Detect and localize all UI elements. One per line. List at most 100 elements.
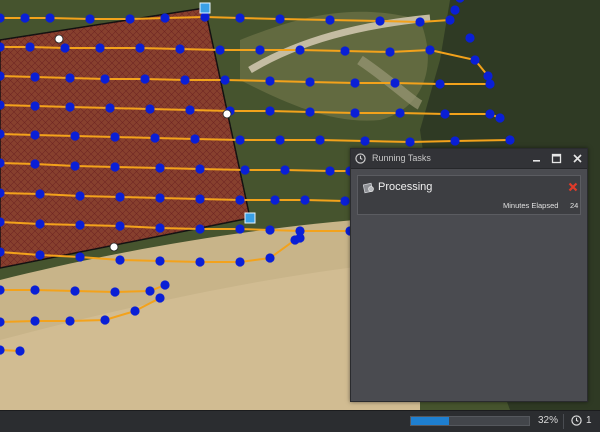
waypoint[interactable] — [265, 106, 275, 116]
waypoint[interactable] — [485, 79, 495, 89]
waypoint[interactable] — [135, 43, 145, 53]
waypoint[interactable] — [85, 14, 95, 24]
waypoint[interactable] — [340, 196, 350, 206]
waypoint[interactable] — [190, 134, 200, 144]
waypoint[interactable] — [350, 108, 360, 118]
waypoint[interactable] — [240, 165, 250, 175]
waypoint[interactable] — [30, 130, 40, 140]
waypoint[interactable] — [195, 257, 205, 267]
waypoint[interactable] — [60, 43, 70, 53]
waypoint[interactable] — [35, 189, 45, 199]
waypoint[interactable] — [235, 257, 245, 267]
waypoint[interactable] — [30, 72, 40, 82]
waypoint[interactable] — [30, 101, 40, 111]
waypoint[interactable] — [275, 135, 285, 145]
waypoint[interactable] — [45, 13, 55, 23]
waypoint[interactable] — [295, 45, 305, 55]
waypoint[interactable] — [70, 131, 80, 141]
waypoint[interactable] — [195, 224, 205, 234]
waypoint[interactable] — [295, 233, 305, 243]
waypoint[interactable] — [175, 44, 185, 54]
waypoint[interactable] — [30, 316, 40, 326]
waypoint[interactable] — [145, 286, 155, 296]
waypoint[interactable] — [145, 104, 155, 114]
panel-titlebar[interactable]: Running Tasks — [351, 149, 587, 169]
waypoint[interactable] — [35, 250, 45, 260]
waypoint[interactable] — [15, 346, 25, 356]
waypoint[interactable] — [150, 133, 160, 143]
waypoint[interactable] — [305, 77, 315, 87]
running-task-count[interactable]: 1 — [586, 415, 592, 426]
waypoint[interactable] — [130, 306, 140, 316]
waypoint[interactable] — [70, 161, 80, 171]
waypoint[interactable] — [65, 73, 75, 83]
waypoint[interactable] — [470, 55, 480, 65]
waypoint[interactable] — [195, 164, 205, 174]
waypoint[interactable] — [235, 13, 245, 23]
waypoint[interactable] — [265, 76, 275, 86]
waypoint[interactable] — [70, 286, 80, 296]
waypoint[interactable] — [280, 165, 290, 175]
waypoint[interactable] — [435, 79, 445, 89]
waypoint[interactable] — [265, 253, 275, 263]
waypoint[interactable] — [35, 219, 45, 229]
waypoint[interactable] — [75, 252, 85, 262]
waypoint[interactable] — [30, 285, 40, 295]
waypoint[interactable] — [450, 136, 460, 146]
polygon-vertex-handle[interactable] — [244, 212, 256, 224]
waypoint[interactable] — [505, 135, 515, 145]
waypoint[interactable] — [220, 75, 230, 85]
waypoint[interactable] — [155, 163, 165, 173]
waypoint[interactable] — [340, 46, 350, 56]
waypoint[interactable] — [100, 315, 110, 325]
polygon-midpoint-handle[interactable] — [54, 34, 64, 44]
waypoint[interactable] — [195, 194, 205, 204]
waypoint[interactable] — [450, 5, 460, 15]
waypoint[interactable] — [305, 107, 315, 117]
waypoint[interactable] — [95, 43, 105, 53]
waypoint[interactable] — [360, 136, 370, 146]
waypoint[interactable] — [30, 159, 40, 169]
waypoint[interactable] — [325, 166, 335, 176]
waypoint[interactable] — [125, 14, 135, 24]
waypoint[interactable] — [110, 162, 120, 172]
waypoint[interactable] — [75, 191, 85, 201]
waypoint[interactable] — [385, 47, 395, 57]
clock-icon[interactable] — [571, 415, 582, 426]
waypoint[interactable] — [425, 45, 435, 55]
waypoint[interactable] — [395, 108, 405, 118]
waypoint[interactable] — [25, 42, 35, 52]
waypoint[interactable] — [465, 33, 475, 43]
waypoint[interactable] — [405, 137, 415, 147]
waypoint[interactable] — [315, 135, 325, 145]
waypoint[interactable] — [445, 15, 455, 25]
waypoint[interactable] — [100, 74, 110, 84]
waypoint[interactable] — [415, 17, 425, 27]
waypoint[interactable] — [235, 195, 245, 205]
waypoint[interactable] — [160, 13, 170, 23]
polygon-midpoint-handle[interactable] — [222, 109, 232, 119]
waypoint[interactable] — [115, 192, 125, 202]
waypoint[interactable] — [495, 113, 505, 123]
waypoint[interactable] — [485, 109, 495, 119]
polygon-vertex-handle[interactable] — [199, 2, 211, 14]
waypoint[interactable] — [105, 103, 115, 113]
waypoint[interactable] — [350, 78, 360, 88]
waypoint[interactable] — [215, 45, 225, 55]
waypoint[interactable] — [300, 195, 310, 205]
maximize-icon[interactable] — [549, 151, 564, 166]
minimize-icon[interactable] — [529, 151, 544, 166]
waypoint[interactable] — [160, 280, 170, 290]
cancel-x-icon[interactable] — [568, 182, 578, 192]
waypoint[interactable] — [483, 71, 493, 81]
waypoint[interactable] — [275, 14, 285, 24]
waypoint[interactable] — [255, 45, 265, 55]
waypoint[interactable] — [235, 135, 245, 145]
waypoint[interactable] — [375, 16, 385, 26]
close-icon[interactable] — [570, 151, 585, 166]
waypoint[interactable] — [325, 15, 335, 25]
waypoint[interactable] — [65, 316, 75, 326]
waypoint[interactable] — [155, 193, 165, 203]
waypoint[interactable] — [110, 287, 120, 297]
waypoint[interactable] — [185, 105, 195, 115]
